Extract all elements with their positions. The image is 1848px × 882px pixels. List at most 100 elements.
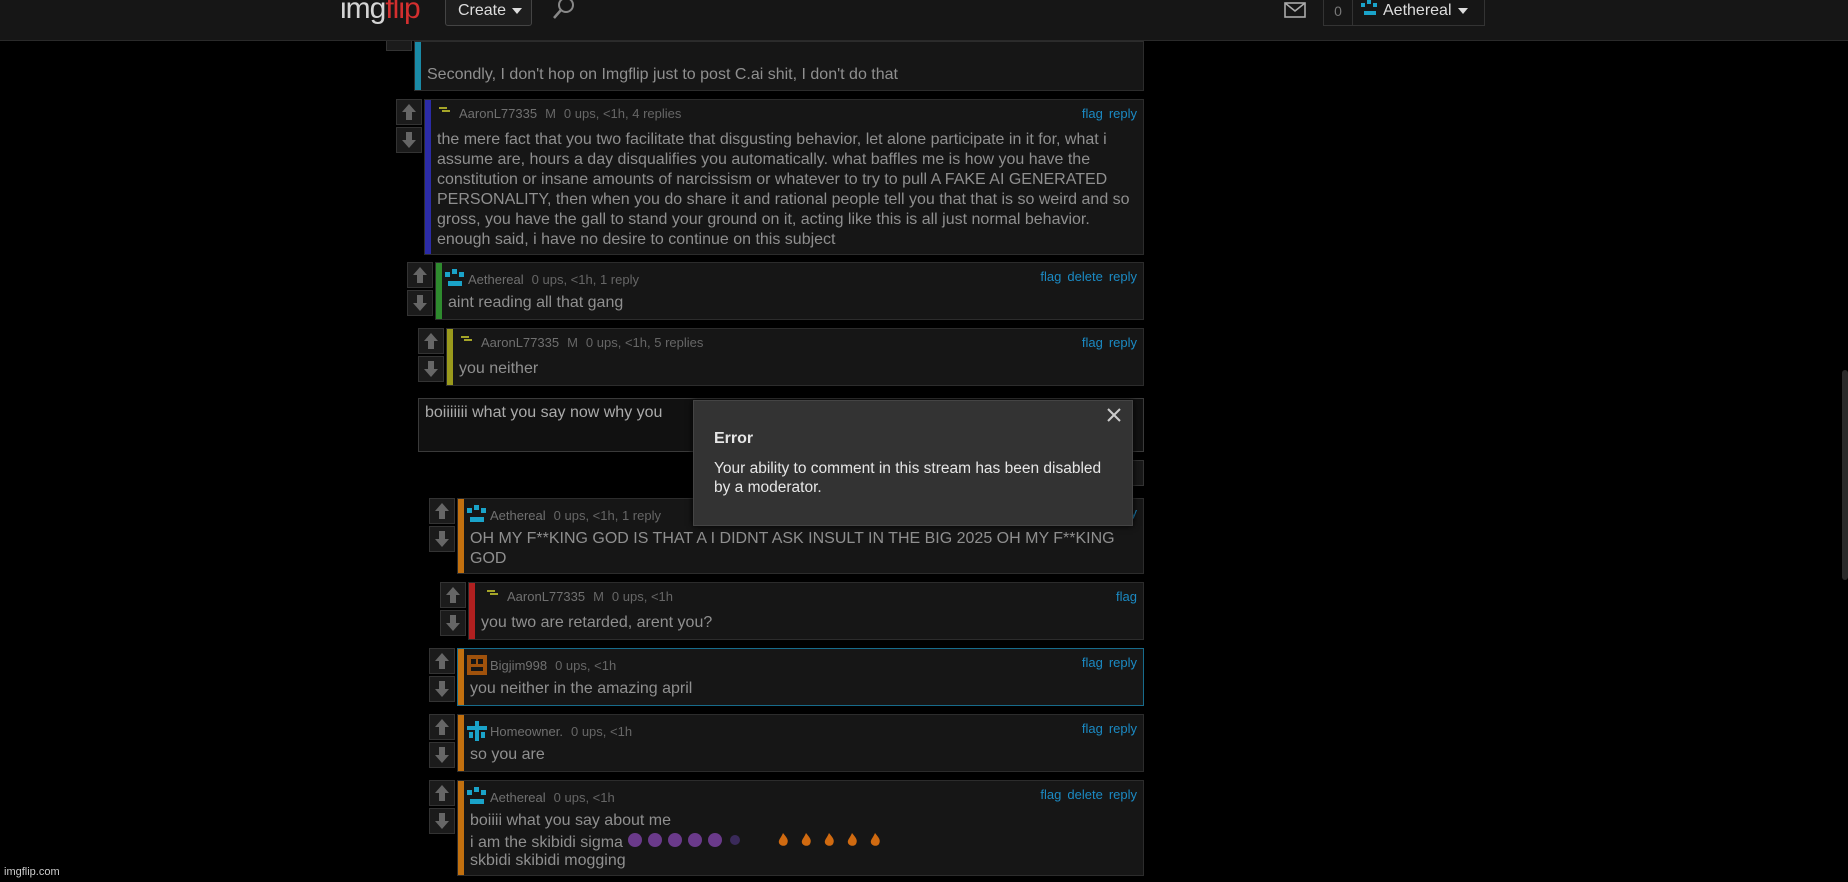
- mail-icon[interactable]: [1284, 2, 1306, 18]
- downvote-button[interactable]: [418, 356, 444, 382]
- comment-text: OH MY F**KING GOD IS THAT A I DIDNT ASK …: [470, 530, 1115, 567]
- comment-username[interactable]: AaronL77335: [481, 335, 559, 350]
- comment: AaronL77335 M 0 ups, <1h flag you two are …: [468, 582, 1144, 640]
- flag-link[interactable]: flag: [1082, 655, 1103, 670]
- comment-text: so you are: [470, 746, 545, 763]
- vote-controls: [429, 648, 457, 704]
- flag-link[interactable]: flag: [1082, 721, 1103, 736]
- create-menu-button[interactable]: Create: [445, 0, 532, 26]
- search-icon[interactable]: [551, 0, 577, 22]
- vote-controls: [418, 328, 446, 384]
- thread-bar: [458, 649, 464, 705]
- vote-controls: [429, 714, 457, 770]
- flag-link[interactable]: flag: [1040, 787, 1061, 802]
- create-label: Create: [458, 2, 507, 19]
- comment-actions: flag delete reply: [1034, 269, 1137, 284]
- upvote-button[interactable]: [396, 99, 422, 125]
- mod-badge: M: [593, 589, 604, 604]
- comment-header: Aethereal 0 ups, <1h, 1 reply: [467, 505, 661, 525]
- downvote-button[interactable]: [407, 290, 433, 316]
- comment-text: aint reading all that gang: [448, 294, 624, 311]
- top-navbar: imgflip Create 0 Aethereal: [0, 0, 1848, 41]
- upvote-button[interactable]: [429, 648, 455, 674]
- downvote-button[interactable]: [429, 676, 455, 702]
- downvote-button[interactable]: [429, 808, 455, 834]
- comment-actions: flag reply: [1076, 335, 1137, 350]
- downvote-button[interactable]: [429, 526, 455, 552]
- reply-link[interactable]: reply: [1109, 787, 1137, 802]
- downvote-button[interactable]: [396, 127, 422, 153]
- flag-link[interactable]: flag: [1082, 335, 1103, 350]
- flag-link[interactable]: flag: [1116, 589, 1137, 604]
- comment-username[interactable]: AaronL77335: [459, 106, 537, 121]
- comment-header: AaronL77335 M 0 ups, <1h, 5 replies: [459, 335, 703, 350]
- delete-link[interactable]: delete: [1067, 787, 1102, 802]
- comment-text: Secondly, I don't hop on Imgflip just to…: [427, 66, 898, 83]
- comment-username[interactable]: Aethereal: [490, 508, 546, 523]
- upvote-button[interactable]: [429, 714, 455, 740]
- thread-bar: [458, 781, 464, 875]
- comment-username[interactable]: Aethereal: [490, 790, 546, 805]
- user-menu[interactable]: Aethereal: [1353, 0, 1485, 26]
- thread-bar: [447, 329, 453, 385]
- comment-meta: 0 ups, <1h, 1 reply: [531, 272, 639, 287]
- comment-actions: flag: [1110, 589, 1137, 604]
- flag-link[interactable]: flag: [1082, 106, 1103, 121]
- downvote-button[interactable]: [386, 41, 412, 51]
- user-avatar: [487, 590, 498, 595]
- comment: AaronL77335 M 0 ups, <1h, 5 replies flag re…: [446, 328, 1144, 386]
- comment-header: Homeowner. 0 ups, <1h: [467, 721, 632, 741]
- upvote-button[interactable]: [407, 262, 433, 288]
- comment: Aethereal 0 ups, <1h flag delete reply boii…: [457, 780, 1144, 876]
- upvote-button[interactable]: [429, 498, 455, 524]
- chevron-down-icon: [1457, 7, 1468, 14]
- dialog-title: Error: [714, 430, 754, 447]
- flag-link[interactable]: flag: [1040, 269, 1061, 284]
- comment-meta: 0 ups, <1h, 4 replies: [563, 106, 682, 121]
- comment-meta: 0 ups, <1h: [553, 790, 615, 805]
- user-avatar: [439, 107, 450, 112]
- comment-text: you neither in the amazing april: [470, 680, 693, 697]
- notification-count[interactable]: 0: [1323, 0, 1353, 26]
- downvote-button[interactable]: [429, 742, 455, 768]
- user-avatar: [445, 269, 464, 286]
- close-icon[interactable]: [1104, 405, 1124, 425]
- footer-brand: imgflip.com: [4, 866, 60, 878]
- reply-link[interactable]: reply: [1109, 106, 1137, 121]
- upvote-button[interactable]: [418, 328, 444, 354]
- user-avatar: [1361, 0, 1377, 15]
- comment: Bigjim998 0 ups, <1h flag reply you neithe…: [457, 648, 1144, 706]
- downvote-button[interactable]: [440, 610, 466, 636]
- reply-link[interactable]: reply: [1109, 721, 1137, 736]
- logo-text-flip: flip: [385, 0, 420, 25]
- comment-actions: flag reply: [1076, 721, 1137, 736]
- delete-link[interactable]: delete: [1067, 269, 1102, 284]
- mod-badge: M: [567, 335, 578, 350]
- user-avatar: [467, 505, 486, 522]
- comment: Homeowner. 0 ups, <1h flag reply so you ar…: [457, 714, 1144, 772]
- comment-username[interactable]: Homeowner.: [490, 724, 563, 739]
- imgflip-logo[interactable]: imgflip: [340, 0, 421, 26]
- upvote-button[interactable]: [440, 582, 466, 608]
- reply-link[interactable]: reply: [1109, 335, 1137, 350]
- emoji-icons: [628, 833, 741, 847]
- comment-username[interactable]: Aethereal: [468, 272, 524, 287]
- emoji-row: [627, 831, 887, 852]
- comment-username[interactable]: AaronL77335: [507, 589, 585, 604]
- reply-link[interactable]: reply: [1109, 269, 1137, 284]
- thread-bar: [425, 100, 431, 254]
- comment-text: you two are retarded, arent you?: [481, 614, 713, 631]
- comment-header: Aethereal 0 ups, <1h, 1 reply: [445, 269, 639, 289]
- chevron-down-icon: [512, 7, 523, 14]
- comment-header: Bigjim998 0 ups, <1h: [467, 655, 616, 675]
- reply-link[interactable]: reply: [1109, 655, 1137, 670]
- comment-header: Aethereal 0 ups, <1h: [467, 787, 615, 807]
- upvote-button[interactable]: [429, 780, 455, 806]
- comment-username[interactable]: Bigjim998: [490, 658, 547, 673]
- page-scrollbar[interactable]: [1842, 370, 1848, 580]
- mod-badge: M: [545, 106, 556, 121]
- thread-bar: [436, 263, 442, 319]
- comment-actions: flag delete reply: [1034, 787, 1137, 802]
- username-label: Aethereal: [1383, 2, 1452, 19]
- comment-meta: 0 ups, <1h, 5 replies: [585, 335, 704, 350]
